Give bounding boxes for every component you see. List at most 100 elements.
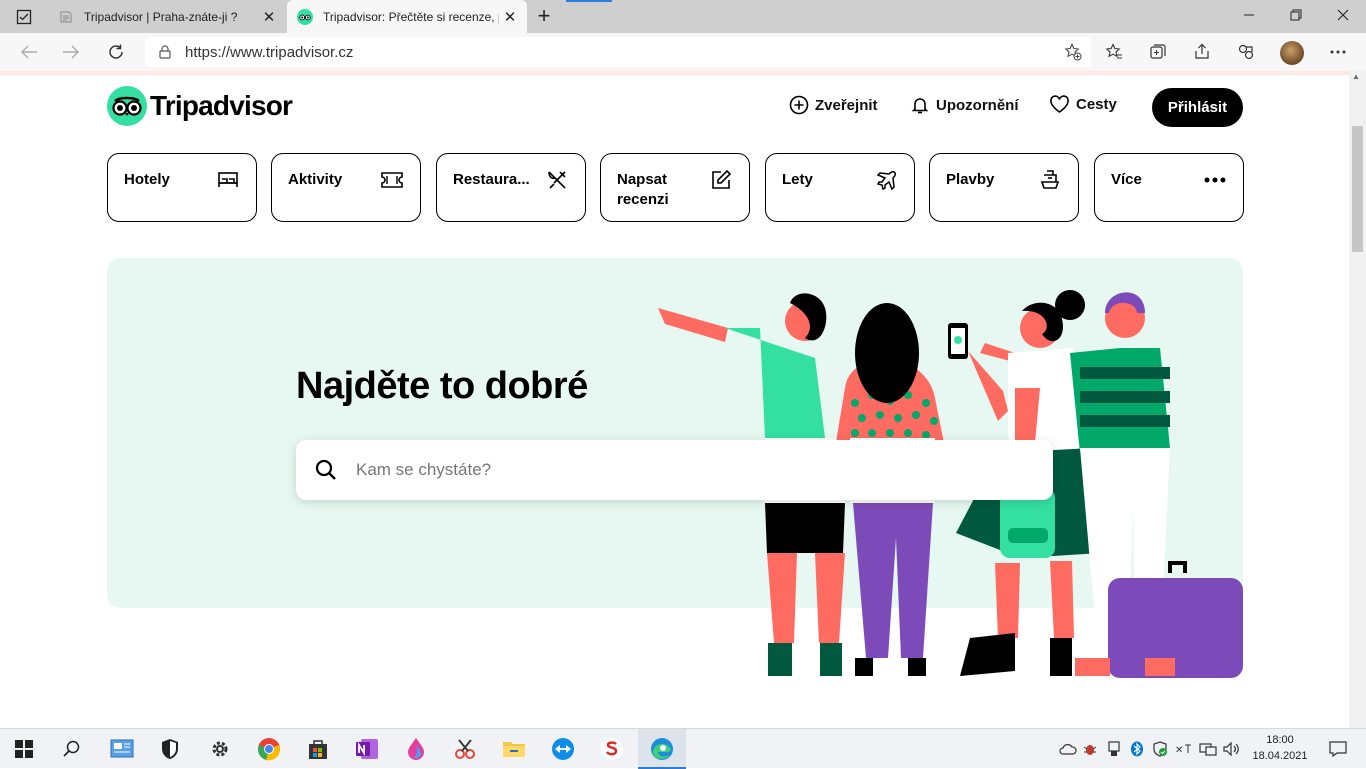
svg-text:✕: ✕ <box>1175 745 1183 756</box>
category-label: Lety <box>782 171 813 188</box>
bell-icon <box>910 95 930 115</box>
notification-icon <box>1329 741 1347 757</box>
taskbar-app-store[interactable] <box>294 729 342 769</box>
cutlery-icon <box>545 168 569 192</box>
category-cruises[interactable]: Plavby <box>929 153 1079 222</box>
taskbar-app-photos[interactable] <box>98 729 146 769</box>
gear-icon <box>212 741 228 757</box>
new-tab-button[interactable]: + <box>532 3 556 28</box>
bed-icon <box>216 168 240 192</box>
taskbar-app-settings[interactable] <box>196 729 244 769</box>
onedrive-icon[interactable] <box>1058 743 1078 755</box>
shield-icon <box>162 739 178 759</box>
back-button[interactable] <box>14 38 44 66</box>
bluetooth-icon[interactable] <box>1126 741 1148 757</box>
category-restaurants[interactable]: Restaura... <box>436 153 586 222</box>
defender-shield-icon[interactable] <box>1148 741 1172 757</box>
usb-icon[interactable] <box>1102 741 1126 757</box>
trips-link[interactable]: Cesty <box>1049 95 1117 114</box>
clock-time: 18:00 <box>1266 734 1294 746</box>
bug-icon[interactable] <box>1078 742 1102 756</box>
start-button[interactable] <box>0 729 48 769</box>
taskbar-search-button[interactable] <box>48 729 96 769</box>
address-bar[interactable]: https://www.tripadvisor.cz <box>145 37 1091 67</box>
onenote-icon <box>356 739 378 759</box>
hero-title: Najděte to dobré <box>296 365 588 407</box>
add-favorite-icon[interactable] <box>1055 43 1091 61</box>
tab-tripadvisor[interactable]: Tripadvisor: Přečtěte si recenze, p ✕ <box>287 0 527 33</box>
category-label: Napsat recenzi <box>617 171 669 208</box>
category-label: Plavby <box>946 171 995 188</box>
minimize-button[interactable] <box>1226 0 1272 30</box>
clock-date: 18.04.2021 <box>1252 750 1308 762</box>
page-icon <box>58 9 74 25</box>
taskbar-app-snip[interactable] <box>441 729 489 769</box>
profile-avatar[interactable] <box>1280 41 1304 65</box>
windows-logo-icon <box>15 740 33 758</box>
plane-icon <box>874 168 898 192</box>
category-flights[interactable]: Lety <box>765 153 915 222</box>
refresh-icon <box>109 44 123 59</box>
post-label: Zveřejnit <box>815 96 878 114</box>
forward-arrow-icon <box>63 45 79 59</box>
extensions-icon[interactable] <box>1231 38 1261 66</box>
favorites-icon[interactable] <box>1099 38 1129 66</box>
notification-center-button[interactable] <box>1318 729 1358 769</box>
collections-icon[interactable] <box>1143 38 1173 66</box>
taskbar-app-chrome[interactable] <box>245 729 293 769</box>
system-tray: ✕ <box>1058 729 1244 769</box>
taskbar-app-onenote[interactable] <box>343 729 391 769</box>
close-tab-icon[interactable]: ✕ <box>258 6 280 28</box>
teamviewer-icon <box>552 738 574 760</box>
system-clock[interactable]: 18:00 18.04.2021 <box>1252 732 1308 764</box>
close-tab-icon[interactable]: ✕ <box>499 6 521 28</box>
tab-strip: Tripadvisor | Praha-znáte-ji ? ✕ Tripadv… <box>0 0 1366 33</box>
volume-icon[interactable] <box>1220 742 1244 756</box>
taskbar-app-security[interactable] <box>146 729 194 769</box>
taskbar-app-paint[interactable] <box>392 729 440 769</box>
refresh-button[interactable] <box>101 38 131 66</box>
alerts-link[interactable]: Upozornění <box>910 95 1019 115</box>
category-label: Aktivity <box>288 171 343 188</box>
tripadvisor-logo[interactable]: Tripadvisor <box>107 86 293 126</box>
scroll-up-arrow-icon[interactable]: ▲ <box>1352 72 1360 81</box>
taskbar-app-teamviewer[interactable] <box>539 729 587 769</box>
tab-title: Tripadvisor: Přečtěte si recenze, p <box>323 9 499 24</box>
edge-icon <box>651 738 673 760</box>
s-app-icon <box>601 738 623 760</box>
tab-title: Tripadvisor | Praha-znáte-ji ? <box>84 9 238 24</box>
taskbar-app-explorer[interactable] <box>490 729 538 769</box>
page-content: Tripadvisor Zveřejnit Upozornění Cesty P… <box>0 75 1349 728</box>
restore-button[interactable] <box>1273 0 1319 30</box>
url-text[interactable]: https://www.tripadvisor.cz <box>185 44 1055 61</box>
lock-icon[interactable] <box>145 45 185 59</box>
more-options-icon[interactable] <box>1323 38 1353 66</box>
tab-actions-icon <box>16 9 32 25</box>
ship-icon <box>1038 168 1062 192</box>
forward-button[interactable] <box>56 38 86 66</box>
input-method-icon[interactable]: ✕ <box>1172 742 1196 756</box>
taskbar-app-edge[interactable] <box>638 729 686 769</box>
alerts-label: Upozornění <box>936 96 1019 114</box>
scissors-icon <box>455 739 475 759</box>
minimize-icon <box>1244 14 1254 16</box>
tab-loading-indicator <box>566 0 612 2</box>
scrollbar-thumb[interactable] <box>1352 126 1363 252</box>
close-window-button[interactable] <box>1320 0 1366 30</box>
network-icon[interactable] <box>1196 742 1220 756</box>
share-icon[interactable] <box>1187 38 1217 66</box>
category-hotels[interactable]: Hotely <box>107 153 257 222</box>
tab-actions-button[interactable] <box>8 6 40 28</box>
signin-button[interactable]: Přihlásit <box>1152 88 1243 127</box>
browser-toolbar: https://www.tripadvisor.cz <box>0 33 1366 71</box>
search-box[interactable]: Kam se chystáte? <box>296 440 1053 500</box>
category-label: Více <box>1111 171 1142 188</box>
category-more[interactable]: Více <box>1094 153 1244 222</box>
category-write-review[interactable]: Napsat recenzi <box>600 153 750 222</box>
category-activities[interactable]: Aktivity <box>271 153 421 222</box>
post-link[interactable]: Zveřejnit <box>789 95 878 115</box>
taskbar-app-s[interactable] <box>588 729 636 769</box>
tab-praha[interactable]: Tripadvisor | Praha-znáte-ji ? ✕ <box>48 0 286 33</box>
close-icon <box>1337 9 1349 21</box>
search-input[interactable]: Kam se chystáte? <box>356 460 491 480</box>
